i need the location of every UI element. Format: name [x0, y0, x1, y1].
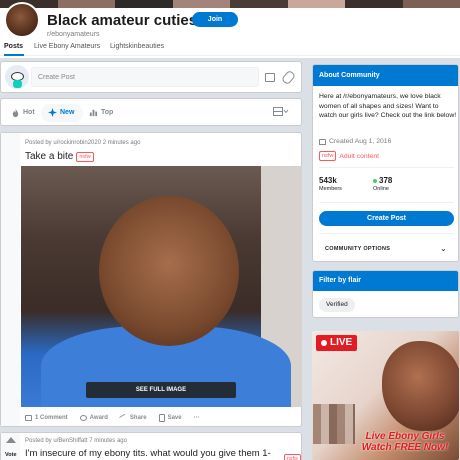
- see-full-image-button[interactable]: SEE FULL IMAGE: [86, 382, 236, 398]
- more-options-button[interactable]: ···: [194, 414, 200, 422]
- community-title: Black amateur cuties!: [47, 12, 203, 29]
- adult-content-label: Adult content: [339, 152, 379, 160]
- about-community-widget: About Community Here at /r/ebonyamateurs…: [312, 64, 459, 262]
- bookmark-icon: [158, 414, 165, 422]
- share-button[interactable]: Share: [118, 413, 147, 423]
- share-label: Share: [129, 415, 147, 421]
- comments-label: 1 Comment: [35, 415, 68, 421]
- active-tab-indicator: [4, 54, 24, 56]
- create-post-bar: Create Post: [0, 61, 302, 93]
- save-button[interactable]: Save: [158, 414, 182, 422]
- created-date-row: Created Aug 1, 2016: [319, 138, 391, 145]
- live-badge: LIVE: [316, 335, 358, 351]
- chevron-down-icon[interactable]: ⌄: [440, 244, 447, 253]
- cake-icon: [319, 138, 326, 145]
- censored-area: [313, 404, 355, 444]
- chart-icon: [89, 109, 98, 117]
- post-card[interactable]: Posted by u/rockinrobin2020 2 minutes ag…: [0, 132, 302, 427]
- comments-button[interactable]: 1 Comment: [25, 414, 68, 422]
- post-title[interactable]: I'm insecure of my ebony tits. what woul…: [25, 448, 281, 460]
- members-label: Members: [319, 186, 342, 192]
- post-card[interactable]: Vote Posted by u/BenShiffatt 7 minutes a…: [0, 432, 302, 460]
- community-avatar: [4, 2, 40, 38]
- sort-new-button[interactable]: New: [48, 108, 74, 117]
- share-icon: [118, 413, 128, 423]
- community-options-toggle[interactable]: COMMUNITY OPTIONS: [325, 246, 390, 252]
- post-meta: Posted by u/rockinrobin2020 2 minutes ag…: [25, 140, 141, 146]
- community-name: r/ebonyamateurs: [47, 31, 100, 38]
- image-upload-icon[interactable]: [265, 73, 275, 82]
- save-label: Save: [167, 415, 182, 421]
- post-image[interactable]: SEE FULL IMAGE: [21, 166, 302, 407]
- nsfw-tag: nsfw: [76, 151, 94, 162]
- award-icon: [79, 415, 87, 421]
- about-community-heading: About Community: [313, 65, 458, 86]
- online-label: Online: [373, 186, 389, 192]
- flair-chip-verified[interactable]: Verified: [319, 298, 355, 312]
- divider: [319, 233, 454, 234]
- vote-column: Vote: [1, 433, 20, 460]
- vote-column: [1, 133, 20, 426]
- ad-text[interactable]: Live Ebony Girls Watch FREE Now!: [350, 431, 459, 453]
- members-count: 543k: [319, 176, 337, 185]
- post-meta: Posted by u/BenShiffatt 7 minutes ago: [25, 438, 127, 444]
- flame-icon: [12, 108, 19, 117]
- online-count-row: 378: [373, 176, 392, 185]
- online-dot-icon: [373, 178, 377, 183]
- sort-new-label: New: [60, 109, 75, 116]
- adult-content-row: nsfw Adult content: [319, 151, 379, 161]
- sort-top-button[interactable]: Top: [89, 108, 113, 117]
- vote-label: Vote: [5, 452, 17, 458]
- post-title-row: I'm insecure of my ebony tits. what woul…: [25, 448, 301, 460]
- live-dot-icon: [321, 340, 327, 346]
- community-banner: [0, 0, 460, 8]
- comment-icon: [25, 415, 32, 421]
- divider: [319, 167, 454, 168]
- online-count: 378: [379, 176, 393, 185]
- tab-lightskinbeauties[interactable]: Lightskinbeauties: [110, 43, 164, 50]
- live-label: LIVE: [330, 337, 353, 348]
- filter-by-flair-widget: Filter by flair Verified: [312, 270, 459, 318]
- flair-heading: Filter by flair: [313, 271, 458, 291]
- join-button[interactable]: Join: [192, 12, 238, 27]
- sparkle-icon: [48, 108, 57, 117]
- sort-bar: Hot New Top: [0, 98, 302, 126]
- community-tabs: Posts Live Ebony Amateurs Lightskinbeaut…: [0, 40, 460, 56]
- community-description: Here at /r/ebonyamateurs, we love black …: [319, 93, 457, 119]
- card-layout-icon: [273, 107, 289, 116]
- award-label: Award: [89, 415, 108, 421]
- nsfw-tag: nsfw: [283, 454, 301, 460]
- divider: [319, 202, 454, 203]
- advertisement[interactable]: LIVE Live Ebony Girls Watch FREE Now!: [312, 331, 459, 460]
- tab-posts[interactable]: Posts: [4, 43, 23, 50]
- award-button[interactable]: Award: [79, 414, 108, 422]
- upvote-icon[interactable]: [6, 437, 16, 443]
- ad-line-1: Live Ebony Girls: [365, 431, 445, 442]
- tab-live-ebony-amateurs[interactable]: Live Ebony Amateurs: [34, 43, 100, 50]
- ad-line-2: Watch FREE Now!: [361, 442, 449, 453]
- user-avatar[interactable]: [5, 65, 29, 89]
- sort-hot-label: Hot: [23, 109, 35, 116]
- created-date: Created Aug 1, 2016: [329, 138, 392, 145]
- link-icon[interactable]: [280, 69, 297, 86]
- post-title-row: Take a bite nsfw: [25, 151, 94, 162]
- post-actions: 1 Comment Award Share Save ···: [25, 413, 200, 423]
- create-post-input[interactable]: Create Post: [31, 67, 259, 87]
- sort-top-label: Top: [101, 109, 114, 116]
- sort-hot-button[interactable]: Hot: [11, 108, 35, 117]
- post-title[interactable]: Take a bite: [25, 151, 73, 162]
- create-post-button[interactable]: Create Post: [319, 211, 454, 226]
- layout-switch-button[interactable]: [273, 107, 289, 118]
- nsfw-tag: nsfw: [319, 151, 337, 161]
